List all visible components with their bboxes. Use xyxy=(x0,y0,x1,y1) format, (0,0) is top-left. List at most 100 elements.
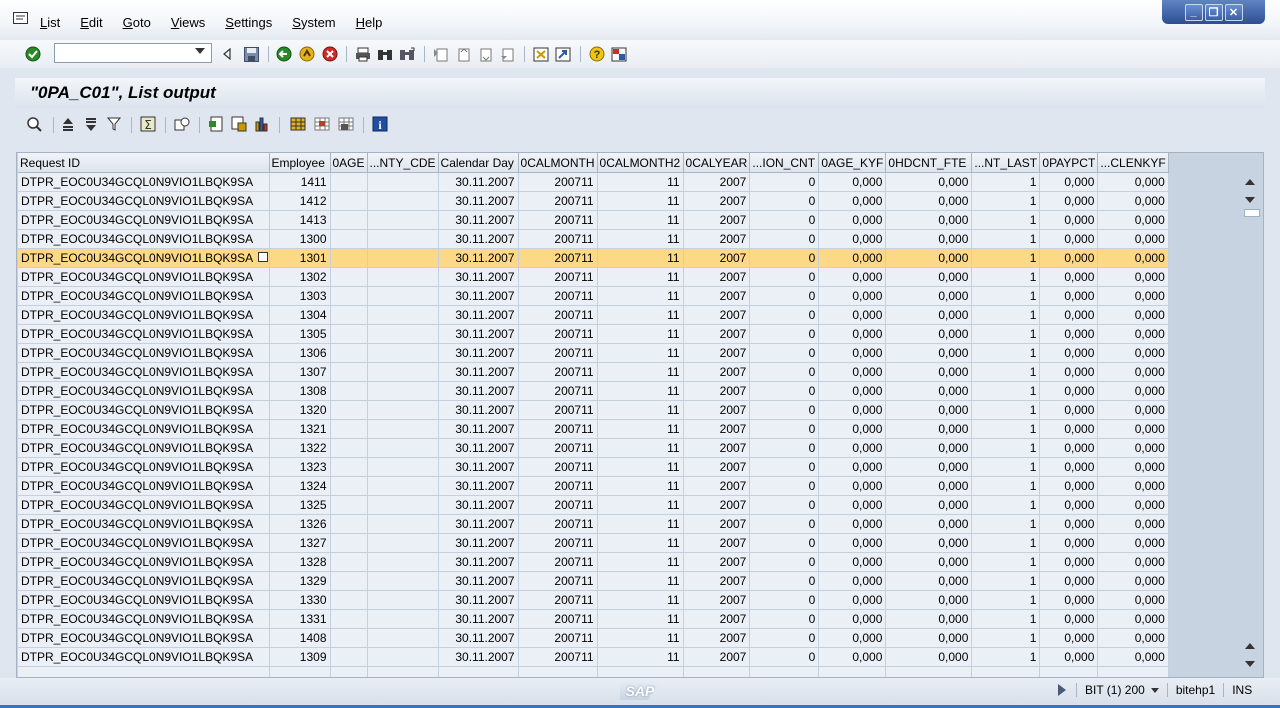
table-cell[interactable]: 0 xyxy=(749,324,820,344)
table-cell[interactable]: 1 xyxy=(971,457,1041,477)
table-cell[interactable]: 30.11.2007 xyxy=(438,210,519,230)
table-cell[interactable]: 0,000 xyxy=(1097,514,1169,534)
table-cell[interactable]: 0,000 xyxy=(1097,533,1169,553)
table-cell[interactable]: DTPR_EOC0U34GCQL0N9VIO1LBQK9SA xyxy=(18,628,270,648)
table-cell[interactable]: 11 xyxy=(597,229,684,249)
table-cell[interactable] xyxy=(330,419,368,439)
table-cell[interactable]: 2007 xyxy=(683,172,751,192)
table-cell[interactable]: DTPR_EOC0U34GCQL0N9VIO1LBQK9SA xyxy=(18,609,270,629)
table-cell[interactable]: 200711 xyxy=(518,609,598,629)
table-cell[interactable]: 0,000 xyxy=(818,286,887,306)
table-cell[interactable]: 11 xyxy=(597,248,684,268)
table-cell[interactable] xyxy=(367,229,439,249)
table-row[interactable]: DTPR_EOC0U34GCQL0N9VIO1LBQK9SA 1300 30.11.… xyxy=(18,229,1169,249)
table-cell[interactable]: DTPR_EOC0U34GCQL0N9VIO1LBQK9SA xyxy=(18,400,270,420)
table-cell[interactable]: 1305 xyxy=(269,324,331,344)
table-cell[interactable]: 0,000 xyxy=(885,552,973,572)
table-cell[interactable]: 0,000 xyxy=(818,533,887,553)
table-cell[interactable]: 200711 xyxy=(518,324,598,344)
table-cell[interactable]: 0 xyxy=(749,381,820,401)
table-cell[interactable]: DTPR_EOC0U34GCQL0N9VIO1LBQK9SA xyxy=(18,476,270,496)
table-cell[interactable]: 2007 xyxy=(683,457,751,477)
table-cell[interactable]: DTPR_EOC0U34GCQL0N9VIO1LBQK9SA xyxy=(18,172,270,192)
table-cell[interactable]: 0,000 xyxy=(1039,400,1099,420)
table-row[interactable]: DTPR_EOC0U34GCQL0N9VIO1LBQK9SA 1322 30.11.… xyxy=(18,438,1169,458)
table-cell[interactable] xyxy=(367,343,439,363)
table-cell[interactable]: 0,000 xyxy=(1097,362,1169,382)
table-cell[interactable]: 0 xyxy=(749,191,820,211)
table-cell[interactable]: 2007 xyxy=(683,248,751,268)
table-cell[interactable]: 0,000 xyxy=(885,286,973,306)
table-cell[interactable]: 2007 xyxy=(683,571,751,591)
table-cell[interactable]: 0,000 xyxy=(1039,571,1099,591)
table-cell[interactable] xyxy=(367,476,439,496)
table-cell[interactable]: 0,000 xyxy=(885,381,973,401)
export-icon[interactable] xyxy=(207,115,225,133)
table-row[interactable]: DTPR_EOC0U34GCQL0N9VIO1LBQK9SA 1325 30.11.… xyxy=(18,495,1169,515)
close-icon[interactable]: ✕ xyxy=(1224,3,1243,21)
table-cell[interactable]: 0,000 xyxy=(885,343,973,363)
table-cell[interactable]: 1300 xyxy=(269,229,331,249)
table-cell[interactable] xyxy=(330,305,368,325)
table-cell[interactable] xyxy=(367,305,439,325)
back-icon[interactable] xyxy=(275,45,293,63)
table-cell[interactable]: 1 xyxy=(971,210,1041,230)
table-cell[interactable]: DTPR_EOC0U34GCQL0N9VIO1LBQK9SA xyxy=(18,305,270,325)
table-row[interactable]: DTPR_EOC0U34GCQL0N9VIO1LBQK9SA 1323 30.11.… xyxy=(18,457,1169,477)
table-cell[interactable]: 0,000 xyxy=(1039,514,1099,534)
table-cell[interactable]: 0 xyxy=(749,609,820,629)
table-cell[interactable]: 0,000 xyxy=(885,609,973,629)
table-cell[interactable]: 0,000 xyxy=(818,419,887,439)
table-cell[interactable]: 1322 xyxy=(269,438,331,458)
table-cell[interactable]: 1 xyxy=(971,476,1041,496)
help-icon[interactable]: ? xyxy=(588,45,606,63)
menu-system[interactable]: System xyxy=(292,15,335,30)
table-cell[interactable]: 0,000 xyxy=(1039,533,1099,553)
table-cell[interactable] xyxy=(330,476,368,496)
table-cell[interactable]: 0,000 xyxy=(1039,457,1099,477)
table-cell[interactable]: 11 xyxy=(597,172,684,192)
table-cell[interactable]: 0,000 xyxy=(885,495,973,515)
table-cell[interactable]: 200711 xyxy=(518,533,598,553)
table-cell[interactable]: 200711 xyxy=(518,229,598,249)
table-cell[interactable] xyxy=(367,172,439,192)
table-cell[interactable]: 0,000 xyxy=(885,647,973,667)
table-cell[interactable]: 30.11.2007 xyxy=(438,267,519,287)
next-page-icon[interactable] xyxy=(476,45,494,63)
table-cell[interactable]: 1307 xyxy=(269,362,331,382)
table-cell[interactable] xyxy=(330,210,368,230)
table-cell[interactable]: 1329 xyxy=(269,571,331,591)
table-cell[interactable]: 0 xyxy=(749,229,820,249)
table-cell[interactable]: 0,000 xyxy=(1097,267,1169,287)
command-field[interactable] xyxy=(54,43,212,63)
table-cell[interactable]: 30.11.2007 xyxy=(438,571,519,591)
table-cell[interactable] xyxy=(330,438,368,458)
send-icon[interactable] xyxy=(230,115,248,133)
table-cell[interactable]: 1 xyxy=(971,533,1041,553)
sap-menu-icon[interactable] xyxy=(13,12,28,24)
table-cell[interactable]: 200711 xyxy=(518,571,598,591)
table-cell[interactable]: 0,000 xyxy=(885,210,973,230)
table-cell[interactable]: 11 xyxy=(597,457,684,477)
table-cell[interactable] xyxy=(367,590,439,610)
table-cell[interactable]: 0,000 xyxy=(885,514,973,534)
table-cell[interactable]: 0,000 xyxy=(818,191,887,211)
table-cell[interactable]: 1 xyxy=(971,609,1041,629)
table-cell[interactable]: 1 xyxy=(971,172,1041,192)
table-cell[interactable]: 30.11.2007 xyxy=(438,628,519,648)
column-header[interactable]: ...CLENKYF xyxy=(1097,153,1169,173)
column-header[interactable]: 0HDCNT_FTE xyxy=(885,153,973,173)
column-header[interactable]: 0AGE_KYF xyxy=(818,153,887,173)
table-cell[interactable]: 0,000 xyxy=(885,267,973,287)
table-cell[interactable]: 30.11.2007 xyxy=(438,552,519,572)
table-cell[interactable] xyxy=(330,571,368,591)
table-cell[interactable]: 0,000 xyxy=(818,590,887,610)
table-cell[interactable] xyxy=(367,514,439,534)
table-cell[interactable]: 1 xyxy=(971,438,1041,458)
table-cell[interactable]: 1331 xyxy=(269,609,331,629)
table-cell[interactable]: 1 xyxy=(971,419,1041,439)
table-cell[interactable] xyxy=(330,229,368,249)
column-header[interactable]: ...NT_LAST xyxy=(971,153,1041,173)
table-cell[interactable]: 0,000 xyxy=(1097,381,1169,401)
table-cell[interactable]: 1412 xyxy=(269,191,331,211)
